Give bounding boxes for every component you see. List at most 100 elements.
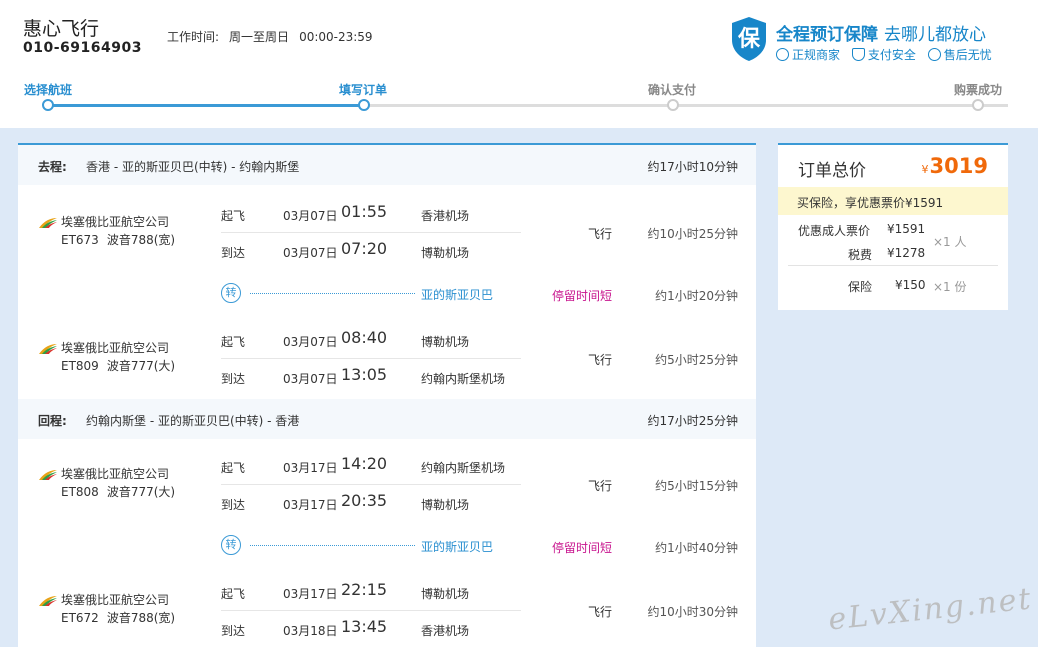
arrival-time: 20:35 [341, 491, 388, 510]
airline-logo-icon [39, 596, 57, 606]
airline-logo-icon [39, 218, 57, 228]
flight-duration: 约10小时30分钟 [647, 605, 738, 619]
flight-number: ET809 波音777(大) [61, 357, 183, 374]
departure-date: 03月07日 [283, 209, 338, 223]
fare-label: 优惠成人票价 [798, 224, 871, 238]
airline-logo-icon [39, 470, 57, 480]
transfer-row: 转 亚的斯亚贝巴 停留时间短 约1小时40分钟 [18, 527, 756, 563]
flight-duration: 约10小时25分钟 [647, 227, 738, 241]
flight-status: 飞行 [588, 353, 613, 367]
departure-airport: 博勒机场 [421, 335, 470, 349]
arrival-label: 到达 [221, 498, 246, 512]
guarantee-item-aftersale: 售后无忧 [927, 46, 992, 63]
departure-airport: 约翰内斯堡机场 [421, 461, 506, 475]
flight-status: 飞行 [588, 605, 613, 619]
flight-number: ET673 波音788(宽) [61, 231, 183, 248]
departure-time: 22:15 [341, 580, 388, 599]
flight-duration: 约5小时25分钟 [655, 353, 738, 367]
order-total-price: ¥3019 [922, 154, 988, 178]
departure-label: 起飞 [221, 209, 246, 223]
departure-label: 起飞 [221, 587, 246, 601]
arrival-time: 07:20 [341, 239, 388, 258]
guarantee-item-label: 售后无忧 [943, 48, 992, 62]
layover-warning: 停留时间短 [552, 289, 613, 303]
departure-airport: 博勒机场 [421, 587, 470, 601]
progress-steps: 选择航班 填写订单 确认支付 购票成功 [0, 80, 1038, 120]
flight-segment: 埃塞俄比亚航空公司 ET808 波音777(大) 起飞 03月17日 14:20 … [18, 449, 756, 524]
phone-number: 010-69164903 [23, 40, 142, 56]
flight-code: ET808 [61, 485, 99, 499]
insurance-label: 保险 [848, 280, 873, 294]
flight-code: ET673 [61, 233, 99, 247]
step-dot [667, 99, 679, 111]
departure-date: 03月17日 [283, 587, 338, 601]
flight-segment: 埃塞俄比亚航空公司 ET673 波音788(宽) 起飞 03月07日 01:55 … [18, 197, 756, 272]
arrival-airport: 博勒机场 [421, 498, 470, 512]
guarantee-item-label: 支付安全 [867, 48, 916, 62]
itinerary-panel: 去程: 香港 - 亚的斯亚贝巴(中转) - 约翰内斯堡 约17小时10分钟 埃塞… [18, 143, 756, 647]
aircraft-type: 波音777(大) [106, 359, 176, 373]
departure-time: 08:40 [341, 328, 388, 347]
layover-warning: 停留时间短 [552, 541, 613, 555]
arrival-airport: 博勒机场 [421, 246, 470, 260]
flight-code: ET809 [61, 359, 99, 373]
outbound-total-duration: 约17小时10分钟 [647, 160, 738, 174]
step-confirm-payment: 确认支付 [648, 83, 697, 97]
airline-name: 埃塞俄比亚航空公司 [61, 341, 170, 355]
outbound-label: 去程: [38, 160, 67, 174]
arrival-row: 到达 03月07日 07:20 博勒机场 [221, 234, 521, 270]
currency-symbol: ¥ [921, 163, 929, 176]
return-total-duration: 约17小时25分钟 [647, 414, 738, 428]
guarantee-title: 全程预订保障 去哪儿都放心 [776, 20, 986, 45]
site-header: 惠心飞行 010-69164903 工作时间: 周一至周日 00:00-23:59 … [0, 0, 1038, 128]
transfer-row: 转 亚的斯亚贝巴 停留时间短 约1小时20分钟 [18, 275, 756, 311]
work-time-hours: 00:00-23:59 [299, 30, 373, 44]
layover-duration: 约1小时20分钟 [655, 289, 738, 303]
work-time: 工作时间: 周一至周日 00:00-23:59 [167, 28, 383, 45]
arrival-airport: 香港机场 [421, 624, 470, 638]
departure-row: 起飞 03月17日 14:20 约翰内斯堡机场 [221, 449, 521, 485]
order-total-title: 订单总价 [798, 161, 866, 181]
step-select-flight[interactable]: 选择航班 [24, 81, 72, 98]
fare-value: ¥1591 [887, 222, 926, 236]
guarantee-item-payment: 支付安全 [851, 46, 916, 63]
departure-row: 起飞 03月07日 01:55 香港机场 [221, 197, 521, 233]
arrival-row: 到达 03月07日 13:05 约翰内斯堡机场 [221, 360, 521, 396]
departure-date: 03月17日 [283, 461, 338, 475]
departure-time: 14:20 [341, 454, 388, 473]
tax-label: 税费 [848, 248, 873, 262]
guarantee-subtitle: 去哪儿都放心 [884, 25, 986, 45]
summary-divider [788, 265, 998, 266]
return-header: 回程: 约翰内斯堡 - 亚的斯亚贝巴(中转) - 香港 约17小时25分钟 [18, 399, 756, 439]
arrival-label: 到达 [221, 372, 246, 386]
airline-name: 埃塞俄比亚航空公司 [61, 467, 170, 481]
flight-segment: 埃塞俄比亚航空公司 ET809 波音777(大) 起飞 03月07日 08:40 … [18, 323, 756, 398]
passenger-count: ×1 人 [933, 235, 967, 249]
step-dot [42, 99, 54, 111]
insurance-quantity: ×1 份 [933, 280, 967, 294]
guarantee-title-main: 全程预订保障 [776, 25, 878, 45]
shield-check-icon [851, 48, 865, 61]
arrival-date: 03月07日 [283, 246, 338, 260]
step-success: 购票成功 [954, 83, 1003, 97]
work-time-label: 工作时间: [167, 30, 220, 44]
order-total-value: 3019 [929, 154, 988, 178]
arrival-time: 13:45 [341, 617, 388, 636]
departure-date: 03月07日 [283, 335, 338, 349]
flight-status: 飞行 [588, 479, 613, 493]
order-summary: 订单总价 ¥3019 买保险，享优惠票价¥1591 优惠成人票价 ¥1591 税… [778, 143, 1008, 310]
departure-label: 起飞 [221, 461, 246, 475]
brand-name: 惠心飞行 [23, 18, 100, 40]
flight-number: ET672 波音788(宽) [61, 609, 183, 626]
insurance-value: ¥150 [895, 278, 926, 292]
departure-time: 01:55 [341, 202, 388, 221]
flight-code: ET672 [61, 611, 99, 625]
step-dot [972, 99, 984, 111]
transfer-icon: 转 [221, 535, 241, 555]
return-label: 回程: [38, 414, 67, 428]
layover-duration: 约1小时40分钟 [655, 541, 738, 555]
arrival-airport: 约翰内斯堡机场 [421, 372, 506, 386]
arrival-date: 03月17日 [283, 498, 338, 512]
work-time-days: 周一至周日 [229, 30, 290, 44]
arrival-label: 到达 [221, 246, 246, 260]
